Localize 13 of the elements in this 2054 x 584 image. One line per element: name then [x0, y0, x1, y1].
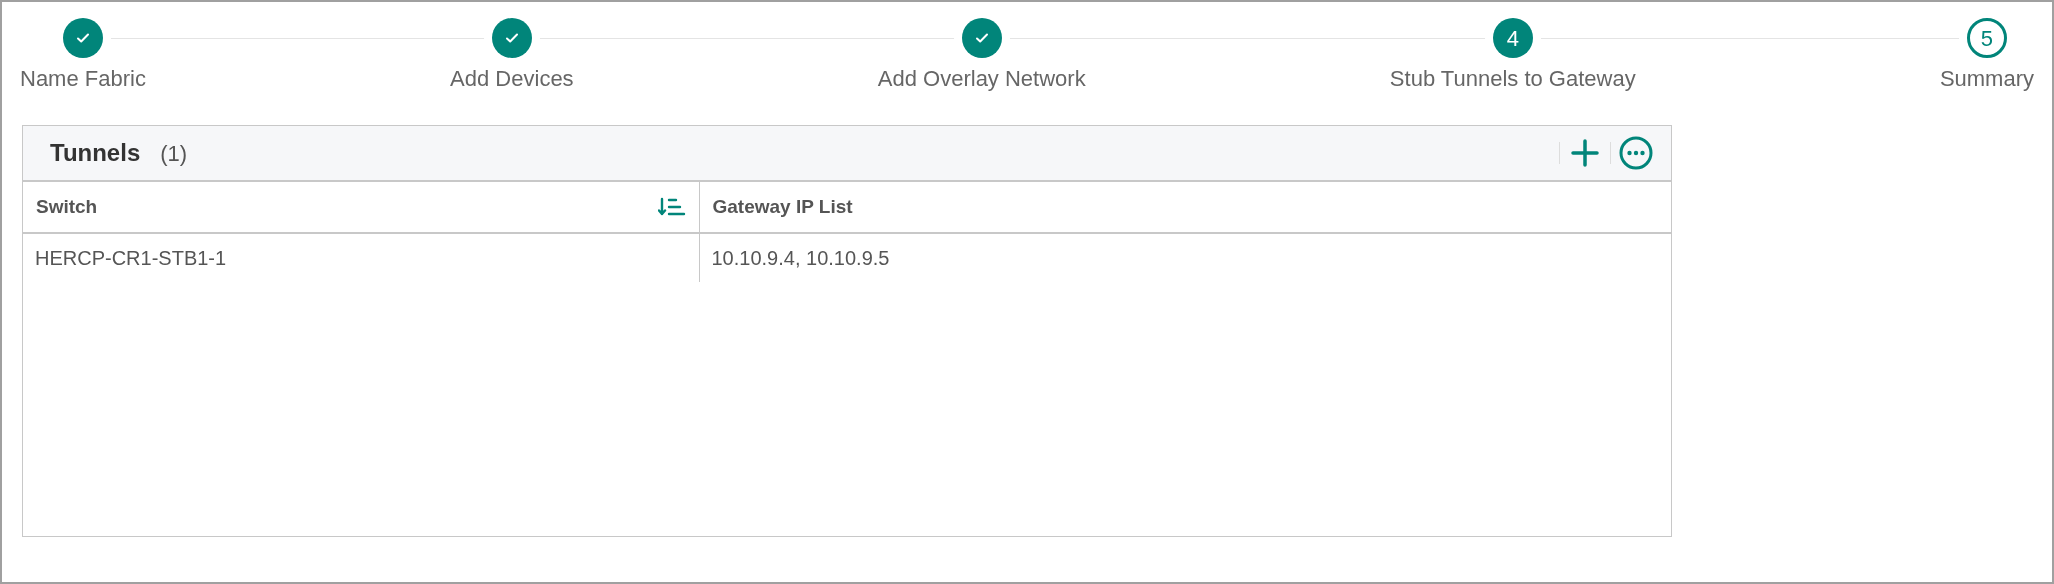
item-count: (1): [160, 139, 188, 168]
step-label: Name Fabric: [20, 65, 146, 93]
step-label: Stub Tunnels to Gateway: [1389, 65, 1636, 93]
column-header[interactable]: Gateway IP List: [699, 182, 1671, 233]
column-header[interactable]: Switch: [23, 182, 699, 233]
step-label: Add Devices: [450, 65, 574, 93]
plus-icon: [1570, 138, 1600, 168]
step-label: Summary: [1939, 65, 2034, 93]
panel-title: Tunnels: [50, 138, 141, 168]
step-label: Add Overlay Network: [877, 65, 1086, 93]
more-icon: [1619, 136, 1653, 170]
table-cell: HERCP-CR1-STB1-1: [23, 233, 699, 282]
table-cell: 10.10.9.4, 10.10.9.5: [699, 233, 1671, 282]
